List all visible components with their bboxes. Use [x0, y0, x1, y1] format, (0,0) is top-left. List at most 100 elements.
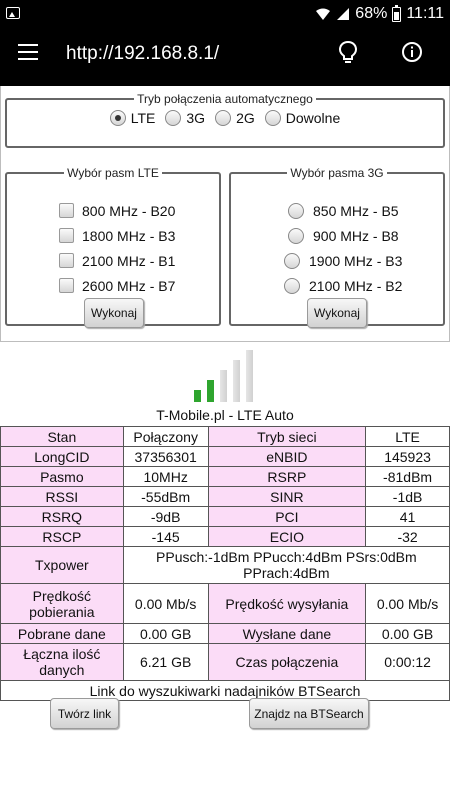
tryb-label: Tryb sieci	[207, 426, 367, 447]
total-data-label: Łączna ilość danych	[0, 643, 124, 681]
status-icons: 68% 11:11	[315, 4, 444, 24]
table-row: Łączna ilość danych 6.21 GB Czas połącze…	[0, 643, 450, 681]
enbid-label: eNBID	[207, 446, 367, 467]
menu-icon[interactable]	[18, 44, 38, 60]
stan-value: Połączony	[122, 426, 209, 447]
rssi-value: -55dBm	[122, 486, 209, 507]
table-row: Pobrane dane 0.00 GB Wysłane dane 0.00 G…	[0, 623, 450, 644]
ecio-value: -32	[365, 526, 450, 547]
table-row: Prędkość pobierania 0.00 Mb/s Prędkość w…	[0, 583, 450, 624]
carrier-status: T-Mobile.pl - LTE Auto	[156, 407, 294, 423]
mode-option-2g[interactable]: 2G	[215, 110, 255, 126]
sinr-label: SINR	[207, 486, 367, 507]
wifi-icon	[316, 8, 331, 20]
app-bar: http://192.168.8.1/	[0, 28, 450, 86]
connection-time-value: 0:00:12	[365, 643, 450, 681]
ul-speed-value: 0.00 Mb/s	[365, 583, 450, 624]
table-row: RSRQ -9dB PCI 41	[0, 506, 450, 527]
ul-speed-label: Prędkość wysyłania	[207, 583, 367, 624]
info-icon[interactable]	[401, 41, 423, 63]
sinr-value: -1dB	[365, 486, 450, 507]
radio-button[interactable]	[288, 227, 304, 244]
mode-option-lte[interactable]: LTE	[109, 110, 155, 126]
txpower-label: Txpower	[0, 546, 124, 584]
signal-bar	[246, 350, 253, 402]
radio-button-checked[interactable]	[109, 110, 126, 126]
3g-bands-group: Wybór pasma 3G 850 MHz - B5 900 MHz - B8…	[229, 166, 445, 328]
signal-bar	[194, 390, 201, 402]
connection-mode-legend: Tryb połączenia automatycznego	[137, 92, 313, 106]
pasmo-value: 10MHz	[122, 466, 209, 487]
dl-data-label: Pobrane dane	[0, 623, 124, 644]
pci-value: 41	[365, 506, 450, 527]
signal-bar	[220, 370, 227, 402]
total-data-value: 6.21 GB	[122, 643, 209, 681]
radio-button[interactable]	[264, 110, 281, 126]
lte-band-b1[interactable]: 2100 MHz - B1	[7, 248, 219, 273]
stan-label: Stan	[0, 426, 124, 447]
dl-speed-label: Prędkość pobierania	[0, 583, 124, 624]
table-row: RSSI -55dBm SINR -1dB	[0, 486, 450, 507]
clock: 11:11	[406, 5, 444, 22]
table-row: LongCID 37356301 eNBID 145923	[0, 446, 450, 467]
longcid-label: LongCID	[0, 446, 124, 467]
rsrp-value: -81dBm	[365, 466, 450, 487]
rscp-value: -145	[122, 526, 209, 547]
connection-time-label: Czas połączenia	[207, 643, 367, 681]
image-notification-icon	[6, 7, 20, 19]
longcid-value: 37356301	[122, 446, 209, 467]
ecio-label: ECIO	[207, 526, 367, 547]
create-link-button[interactable]: Twórz link	[50, 698, 119, 729]
lte-band-b20[interactable]: 800 MHz - B20	[7, 198, 219, 223]
checkbox[interactable]	[59, 203, 74, 218]
signal-bar	[207, 380, 214, 402]
radio-button[interactable]	[288, 202, 304, 219]
lte-bands-group: Wybór pasm LTE 800 MHz - B20 1800 MHz - …	[5, 166, 221, 328]
url-title: http://192.168.8.1/	[66, 43, 220, 64]
table-row: RSCP -145 ECIO -32	[0, 526, 450, 547]
txpower-value: PPusch:-1dBm PPucch:4dBm PSrs:0dBm PPrac…	[122, 546, 450, 584]
find-btsearch-button[interactable]: Znajdz na BTSearch	[249, 698, 369, 729]
table-row: Txpower PPusch:-1dBm PPucch:4dBm PSrs:0d…	[0, 546, 450, 584]
battery-icon	[392, 4, 402, 22]
status-bar: 68% 11:11	[0, 0, 450, 28]
connection-mode-group: Tryb połączenia automatycznego LTE 3G 2G…	[5, 92, 445, 148]
mode-option-3g[interactable]: 3G	[165, 110, 205, 126]
lte-bands-legend: Wybór pasm LTE	[67, 166, 159, 180]
3g-band-b8[interactable]: 900 MHz - B8	[231, 223, 443, 248]
lte-execute-button[interactable]: Wykonaj	[84, 298, 144, 328]
connection-info-table: Stan Połączony Tryb sieci LTE LongCID 37…	[0, 426, 450, 701]
lightbulb-icon[interactable]	[337, 40, 359, 66]
3g-execute-button[interactable]: Wykonaj	[307, 298, 367, 328]
3g-band-b3[interactable]: 1900 MHz - B3	[231, 248, 443, 273]
ul-data-label: Wysłane dane	[207, 623, 367, 644]
checkbox[interactable]	[59, 253, 74, 268]
rsrq-value: -9dB	[122, 506, 209, 527]
rssi-label: RSSI	[0, 486, 124, 507]
3g-bands-legend: Wybór pasma 3G	[290, 166, 384, 180]
3g-band-b5[interactable]: 850 MHz - B5	[231, 198, 443, 223]
signal-strength-icon	[194, 350, 258, 402]
checkbox[interactable]	[59, 278, 74, 293]
dl-speed-value: 0.00 Mb/s	[122, 583, 209, 624]
radio-button[interactable]	[215, 110, 232, 126]
radio-button[interactable]	[165, 110, 182, 126]
lte-band-b3[interactable]: 1800 MHz - B3	[7, 223, 219, 248]
ul-data-value: 0.00 GB	[365, 623, 450, 644]
checkbox[interactable]	[59, 228, 74, 243]
rsrp-label: RSRP	[207, 466, 367, 487]
mode-option-any[interactable]: Dowolne	[264, 110, 340, 126]
lte-band-b7[interactable]: 2600 MHz - B7	[7, 273, 219, 298]
3g-band-b2[interactable]: 2100 MHz - B2	[231, 273, 443, 298]
radio-button[interactable]	[284, 252, 300, 269]
pci-label: PCI	[207, 506, 367, 527]
tryb-value: LTE	[365, 426, 450, 447]
rsrq-label: RSRQ	[0, 506, 124, 527]
radio-button[interactable]	[284, 277, 300, 294]
battery-percent: 68%	[355, 5, 388, 22]
pasmo-label: Pasmo	[0, 466, 124, 487]
cellular-signal-icon	[337, 8, 350, 20]
signal-bar	[233, 360, 240, 402]
table-row: Pasmo 10MHz RSRP -81dBm	[0, 466, 450, 487]
table-row: Stan Połączony Tryb sieci LTE	[0, 426, 450, 447]
